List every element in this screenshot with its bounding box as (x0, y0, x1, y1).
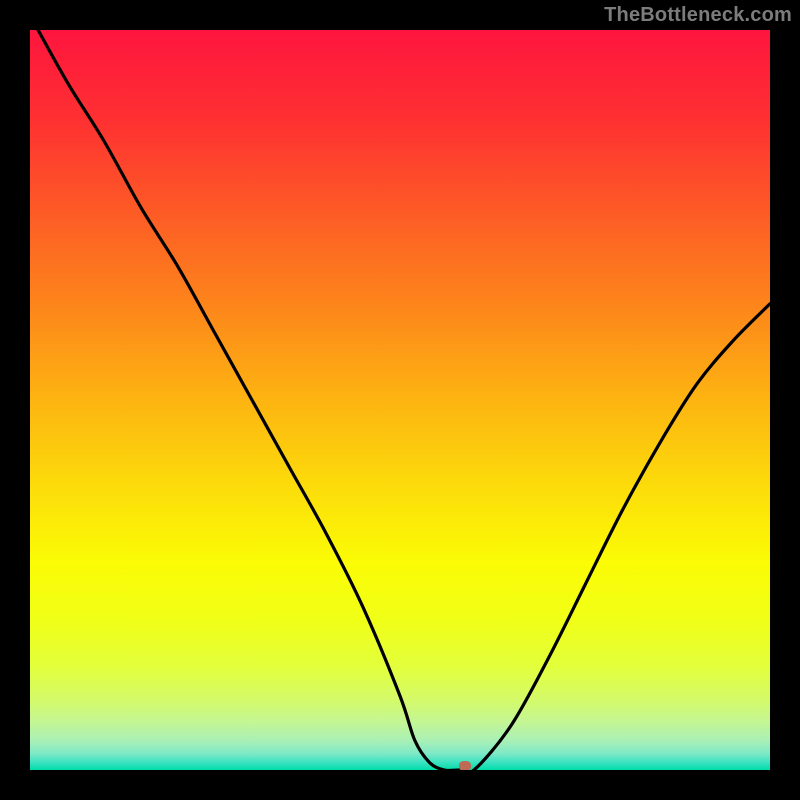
plot-background-gradient (30, 30, 770, 770)
optimal-point-marker (459, 761, 471, 770)
plot-area (30, 30, 770, 770)
chart-frame: TheBottleneck.com (0, 0, 800, 800)
watermark-text: TheBottleneck.com (604, 4, 792, 27)
